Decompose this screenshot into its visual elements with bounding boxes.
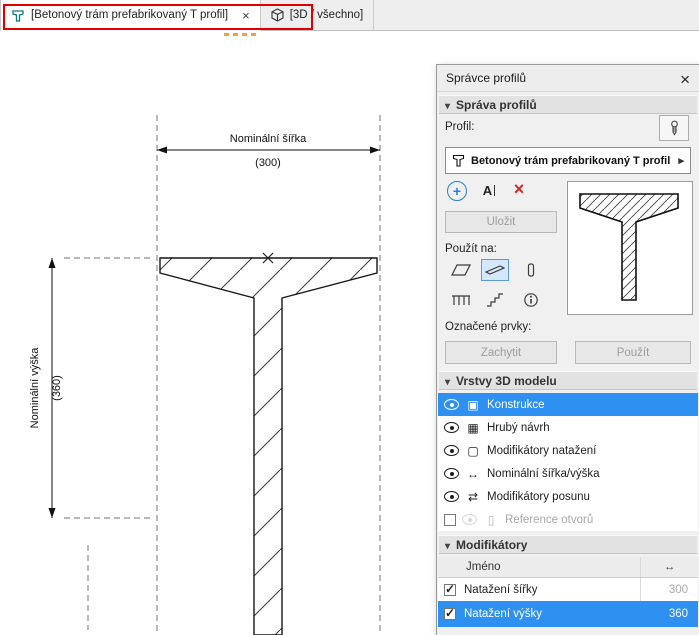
layer-label: Modifikátory posunu bbox=[487, 491, 590, 503]
tab-close-icon[interactable]: × bbox=[242, 8, 250, 23]
visibility-eye-icon[interactable] bbox=[444, 445, 459, 456]
layer-row-hruby-navrh[interactable]: ▦ Hrubý návrh bbox=[438, 416, 698, 439]
width-dim-value: (300) bbox=[255, 157, 281, 169]
layer-row-modifikatory-natazeni[interactable]: ▢ Modifikátory natažení bbox=[438, 439, 698, 462]
apply-column-button[interactable] bbox=[517, 259, 545, 281]
layer-label: Modifikátory natažení bbox=[487, 445, 596, 457]
layer-checkbox[interactable] bbox=[444, 514, 456, 526]
modifier-checkbox[interactable] bbox=[444, 608, 456, 620]
profile-preview-drawing bbox=[568, 182, 690, 312]
section-header-3d-layers[interactable]: Vrstvy 3D modelu bbox=[439, 371, 697, 390]
selected-elements-label: Označené prvky: bbox=[445, 321, 531, 333]
apply-button[interactable]: Použít bbox=[575, 341, 691, 364]
visibility-eye-icon[interactable] bbox=[444, 491, 459, 502]
profile-editor-icon bbox=[11, 8, 25, 23]
tab-label: [Betonový trám prefabrikovaný T profil] bbox=[31, 9, 228, 21]
apply-wall-button[interactable] bbox=[447, 259, 475, 281]
apply-to-label: Použít na: bbox=[445, 243, 497, 255]
panel-titlebar[interactable]: Správce profilů × bbox=[437, 65, 699, 92]
layer-type-icon: ▦ bbox=[465, 421, 481, 435]
dim-arrow-right bbox=[370, 147, 380, 154]
capture-button[interactable]: Zachytit bbox=[445, 341, 557, 364]
layer-type-icon: ▢ bbox=[465, 444, 481, 458]
apply-railing-button[interactable] bbox=[447, 289, 475, 311]
layer-label: Hrubý návrh bbox=[487, 422, 550, 434]
modifier-checkbox[interactable] bbox=[444, 584, 456, 596]
height-dim-value: (360) bbox=[51, 375, 63, 401]
layer-label: Konstrukce bbox=[487, 399, 545, 411]
panel-close-icon[interactable]: × bbox=[680, 67, 690, 93]
column-icon bbox=[525, 262, 537, 278]
apply-beam-button[interactable] bbox=[481, 259, 509, 281]
modifier-value: 360 bbox=[640, 601, 698, 627]
section-header-manage-profiles[interactable]: Správa profilů bbox=[439, 95, 697, 114]
tab-label: [3D / všechno] bbox=[290, 9, 364, 21]
annotation-dashes bbox=[224, 33, 256, 36]
panel-title: Správce profilů bbox=[437, 71, 526, 85]
layer-type-icon: ⇄ bbox=[465, 490, 481, 504]
stair-icon bbox=[486, 293, 504, 307]
width-dim-label: Nominální šířka bbox=[230, 133, 307, 145]
modifier-row-natazeni-sirky[interactable]: Natažení šířky 300 bbox=[438, 578, 698, 601]
layer-label: Reference otvorů bbox=[505, 514, 593, 526]
wall-icon bbox=[451, 263, 471, 277]
visibility-eye-icon[interactable] bbox=[462, 514, 477, 525]
profile-manager-panel: Správce profilů × Správa profilů Profil:… bbox=[436, 64, 699, 635]
tab-bar: [Betonový trám prefabrikovaný T profil] … bbox=[0, 0, 699, 31]
t-profile-outline[interactable] bbox=[160, 258, 377, 635]
rename-profile-button[interactable]: A bbox=[479, 180, 499, 200]
application-window: [Betonový trám prefabrikovaný T profil] … bbox=[0, 0, 699, 635]
visibility-eye-icon[interactable] bbox=[444, 399, 459, 410]
tab-3d-window[interactable]: [3D / všechno] bbox=[261, 0, 375, 30]
profile-dropdown[interactable]: Betonový trám prefabrikovaný T profil ▸ bbox=[445, 147, 691, 174]
layer-type-icon: ▣ bbox=[465, 398, 481, 412]
beam-icon bbox=[485, 264, 505, 276]
profile-field-label: Profil: bbox=[445, 121, 474, 133]
railing-icon bbox=[451, 293, 471, 307]
tab-profile-editor[interactable]: [Betonový trám prefabrikovaný T profil] … bbox=[0, 0, 261, 31]
modifier-value: 300 bbox=[640, 578, 698, 601]
delete-profile-button[interactable]: × bbox=[509, 178, 529, 200]
screw-tool-icon bbox=[667, 120, 682, 136]
name-column-header: Jméno bbox=[438, 561, 640, 573]
t-profile-mini-icon bbox=[452, 153, 465, 168]
height-dim-label: Nominální výška bbox=[29, 347, 41, 429]
info-button[interactable] bbox=[517, 289, 545, 311]
3d-window-icon bbox=[271, 8, 284, 22]
dim-arrow-top bbox=[49, 258, 56, 268]
profile-preview bbox=[567, 181, 693, 315]
visibility-eye-icon[interactable] bbox=[444, 422, 459, 433]
dim-arrow-bottom bbox=[49, 508, 56, 518]
layer-row-modifikatory-posunu[interactable]: ⇄ Modifikátory posunu bbox=[438, 485, 698, 508]
modifier-label: Natažení výšky bbox=[464, 608, 632, 620]
layer-row-konstrukce[interactable]: ▣ Konstrukce bbox=[438, 393, 698, 416]
profile-settings-button[interactable] bbox=[659, 115, 689, 141]
layer-list: ▣ Konstrukce ▦ Hrubý návrh ▢ Modifikátor… bbox=[438, 393, 698, 531]
stretch-column-header-icon: ↔ bbox=[640, 557, 698, 577]
layer-label: Nominální šířka/výška bbox=[487, 468, 599, 480]
modifiers-table-header: Jméno ↔ bbox=[438, 557, 698, 578]
selected-profile-name: Betonový trám prefabrikovaný T profil bbox=[471, 155, 672, 167]
apply-stair-button[interactable] bbox=[481, 289, 509, 311]
layer-type-icon: ↔ bbox=[465, 467, 481, 481]
modifiers-table: Jméno ↔ Natažení šířky 300 Natažení výšk… bbox=[438, 557, 698, 627]
collapse-triangle-icon bbox=[445, 538, 450, 552]
info-icon bbox=[523, 292, 539, 308]
collapse-triangle-icon bbox=[445, 98, 450, 112]
layer-row-nominalni-sirka-vyska[interactable]: ↔ Nominální šířka/výška bbox=[438, 462, 698, 485]
collapse-triangle-icon bbox=[445, 374, 450, 388]
visibility-eye-icon[interactable] bbox=[444, 468, 459, 479]
new-profile-button[interactable]: + bbox=[447, 181, 467, 201]
layer-type-icon: ▯ bbox=[483, 513, 499, 527]
layer-row-reference-otvoru[interactable]: ▯ Reference otvorů bbox=[438, 508, 698, 531]
modifier-label: Natažení šířky bbox=[464, 584, 632, 596]
section-header-modifiers[interactable]: Modifikátory bbox=[439, 535, 697, 554]
modifier-row-natazeni-vysky[interactable]: Natažení výšky 360 bbox=[438, 601, 698, 627]
dropdown-arrow-icon: ▸ bbox=[678, 154, 684, 167]
dim-arrow-left bbox=[157, 147, 167, 154]
save-button[interactable]: Uložit bbox=[445, 211, 557, 233]
